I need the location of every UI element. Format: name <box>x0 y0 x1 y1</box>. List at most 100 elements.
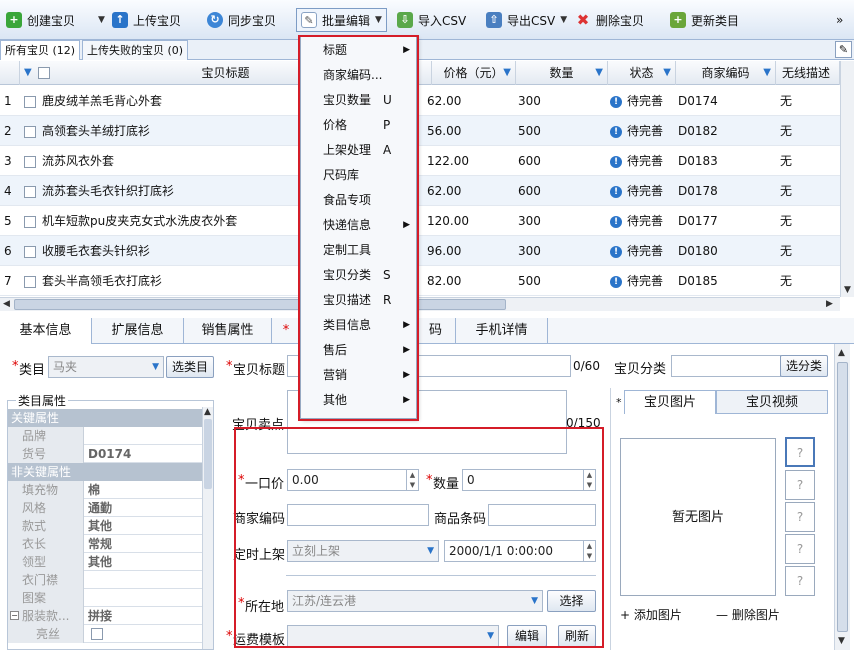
scroll-thumb[interactable] <box>837 362 848 632</box>
row-checkbox[interactable] <box>24 95 36 108</box>
row-checkbox[interactable] <box>24 275 36 288</box>
menu-item[interactable]: 宝贝分类 S <box>301 263 416 288</box>
table-row[interactable]: 5 机车短款pu皮夹克女式水洗皮衣外套 120.00 300! 待完善 D0177 无 <box>0 206 840 236</box>
category-select[interactable]: 马夹 ▼ <box>48 356 164 378</box>
scroll-down-icon[interactable]: ▼ <box>838 636 845 646</box>
wireless-cell[interactable]: 无 <box>780 116 838 146</box>
price-cell[interactable]: 82.00 <box>427 266 511 296</box>
edit-icon[interactable]: ✎ <box>835 41 852 58</box>
prop-row[interactable]: 品牌 <box>8 427 202 445</box>
status-cell[interactable]: ! 待完善 <box>610 146 676 176</box>
prop-row[interactable]: 款式 其他 <box>8 517 202 535</box>
price-cell[interactable]: 62.00 <box>427 176 511 206</box>
listing-time-input[interactable]: 2000/1/1 0:00:00 ▲ ▼ <box>444 540 596 562</box>
prop-row[interactable]: 衣门襟 <box>8 571 202 589</box>
price-header[interactable]: 价格（元） ▼ <box>432 61 516 85</box>
choose-location-button[interactable]: 选择 <box>547 590 596 612</box>
tab-all-items[interactable]: 所有宝贝 (12) <box>0 40 81 60</box>
code-cell[interactable]: D0185 <box>678 266 774 296</box>
prop-row[interactable]: 图案 <box>8 589 202 607</box>
tab-item-pictures[interactable]: 宝贝图片 <box>624 390 716 414</box>
quantity-stepper[interactable]: 0 ▲ ▼ <box>462 469 596 491</box>
prop-group-row[interactable]: − 服装款... 拼接 <box>8 607 202 625</box>
wireless-cell[interactable]: 无 <box>780 146 838 176</box>
prop-sub-row[interactable]: 亮丝 <box>8 625 202 643</box>
thumbnail-slot[interactable]: ? <box>785 502 815 532</box>
prop-row[interactable]: 填充物棉 <box>8 481 202 499</box>
listing-select[interactable]: 立刻上架 ▼ <box>287 540 439 562</box>
select-category-button[interactable]: 选类目 <box>166 356 214 378</box>
menu-item[interactable]: 上架处理 A <box>301 138 416 163</box>
code-cell[interactable]: D0180 <box>678 236 774 266</box>
menu-item[interactable]: 售后 ▶ <box>301 338 416 363</box>
code-header[interactable]: 商家编码 ▼ <box>676 61 776 85</box>
price-cell[interactable]: 56.00 <box>427 116 511 146</box>
edit-shipping-button[interactable]: 编辑 <box>507 625 547 647</box>
price-cell[interactable]: 62.00 <box>427 86 511 116</box>
remove-picture-button[interactable]: — 删除图片 <box>716 606 780 623</box>
status-cell[interactable]: ! 待完善 <box>610 116 676 146</box>
table-row[interactable]: 6 收腰毛衣套头针织衫 96.00 300! 待完善 D0180 无 <box>0 236 840 266</box>
prop-row[interactable]: 风格 通勤 <box>8 499 202 517</box>
wireless-cell[interactable]: 无 <box>780 266 838 296</box>
thumbnail-slot[interactable]: ? <box>785 566 815 596</box>
qty-cell[interactable]: 500 <box>518 266 606 296</box>
status-cell[interactable]: ! 待完善 <box>610 86 676 116</box>
price-stepper[interactable]: 0.00 ▲ ▼ <box>287 469 419 491</box>
menu-item[interactable]: 标题 ▶ <box>301 38 416 63</box>
scroll-thumb[interactable] <box>14 299 506 310</box>
table-row[interactable]: 7 套头半高领毛衣打底衫 82.00 500! 待完善 D0185 无 <box>0 266 840 296</box>
prop-row[interactable]: 衣长 常规 <box>8 535 202 553</box>
tab-code-partial[interactable]: 码 <box>416 318 456 344</box>
tab-basic-info[interactable]: 基本信息 <box>0 318 92 344</box>
scroll-up-icon[interactable]: ▲ <box>204 407 211 417</box>
wireless-cell[interactable]: 无 <box>780 86 838 116</box>
thumbnail-slot[interactable]: ? <box>785 470 815 500</box>
code-cell[interactable]: D0177 <box>678 206 774 236</box>
qty-cell[interactable]: 500 <box>518 116 606 146</box>
detail-scrollbar[interactable]: ▲ ▼ <box>834 344 850 650</box>
more-button[interactable]: » <box>836 8 843 32</box>
vertical-scrollbar[interactable]: ▼ <box>840 61 854 297</box>
horizontal-scrollbar[interactable]: ◀ ▶ <box>0 297 840 311</box>
price-cell[interactable]: 122.00 <box>427 146 511 176</box>
upload-button[interactable]: ↑ 上传宝贝 <box>112 8 181 32</box>
select-all-checkbox[interactable] <box>38 67 50 79</box>
refresh-shipping-button[interactable]: 刷新 <box>558 625 596 647</box>
table-row[interactable]: 3 流苏风衣外套 122.00 600! 待完善 D0183 无 <box>0 146 840 176</box>
menu-item[interactable]: 类目信息 ▶ <box>301 313 416 338</box>
row-checkbox[interactable] <box>24 185 36 198</box>
import-csv-button[interactable]: ⇩ 导入CSV <box>397 8 466 32</box>
sub-item-checkbox[interactable] <box>91 628 103 640</box>
barcode-input[interactable] <box>488 504 596 526</box>
main-picture-area[interactable]: 暂无图片 <box>620 438 776 596</box>
menu-item[interactable]: 食品专项 <box>301 188 416 213</box>
prop-row[interactable]: 货号 D0174 <box>8 445 202 463</box>
batch-edit-button[interactable]: ✎ 批量编辑 ▼ <box>296 8 387 32</box>
code-cell[interactable]: D0183 <box>678 146 774 176</box>
menu-item[interactable]: 定制工具 <box>301 238 416 263</box>
menu-item[interactable]: 尺码库 <box>301 163 416 188</box>
sync-button[interactable]: ↻ 同步宝贝 <box>207 8 276 32</box>
tab-failed-items[interactable]: 上传失败的宝贝 (0) <box>82 40 189 60</box>
menu-item[interactable]: 商家编码... <box>301 63 416 88</box>
menu-item[interactable]: 宝贝数量 U <box>301 88 416 113</box>
tab-sale-attrs[interactable]: 销售属性 <box>184 318 272 344</box>
merchant-code-input[interactable] <box>287 504 429 526</box>
scroll-up-icon[interactable]: ▲ <box>838 348 845 358</box>
scroll-left-icon[interactable]: ◀ <box>3 299 10 309</box>
table-row[interactable]: 4 流苏套头毛衣针织打底衫 62.00 600! 待完善 D0178 无 <box>0 176 840 206</box>
status-cell[interactable]: ! 待完善 <box>610 176 676 206</box>
shipping-template-select[interactable]: ▼ <box>287 625 499 647</box>
prop-row[interactable]: 领型 其他 <box>8 553 202 571</box>
wireless-cell[interactable]: 无 <box>780 236 838 266</box>
qty-cell[interactable]: 300 <box>518 86 606 116</box>
chevron-down-icon[interactable]: ▼ <box>98 15 105 25</box>
code-cell[interactable]: D0178 <box>678 176 774 206</box>
qty-cell[interactable]: 600 <box>518 176 606 206</box>
filter-icon[interactable]: ▼ <box>24 61 32 85</box>
delete-button[interactable]: ✖ 删除宝贝 <box>575 8 644 32</box>
wireless-cell[interactable]: 无 <box>780 176 838 206</box>
tab-ext-info[interactable]: 扩展信息 <box>92 318 184 344</box>
code-cell[interactable]: D0182 <box>678 116 774 146</box>
